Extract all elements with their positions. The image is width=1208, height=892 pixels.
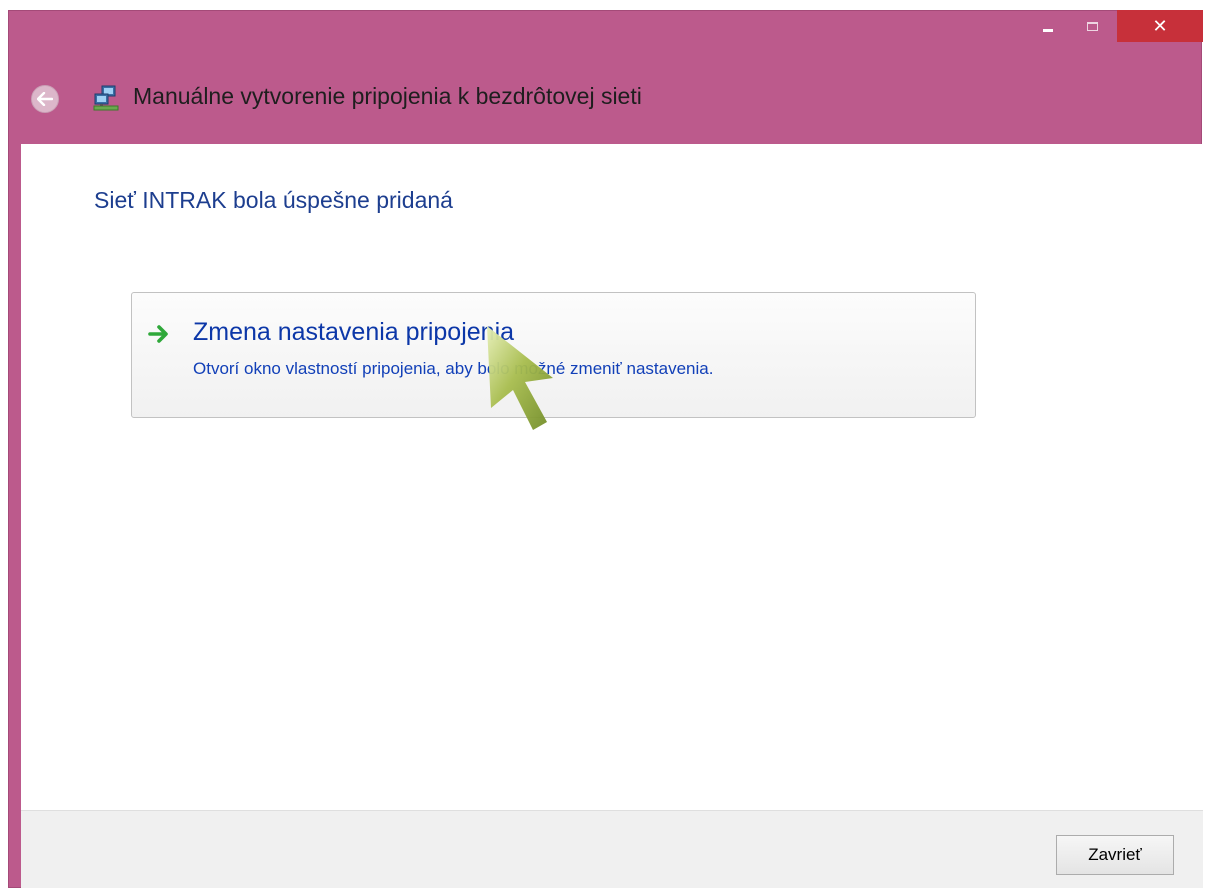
back-arrow-icon — [37, 92, 53, 106]
green-arrow-icon — [148, 325, 168, 343]
dialog-window: ✕ Manuálne vytvorenie pripojenia k bezdr… — [8, 10, 1203, 888]
command-link-title: Zmena nastavenia pripojenia — [193, 318, 515, 346]
page-heading: Sieť INTRAK bola úspešne pridaná — [94, 187, 453, 213]
minimize-button[interactable] — [1031, 11, 1065, 41]
close-button[interactable]: Zavrieť — [1056, 835, 1174, 875]
mouse-pointer-icon — [487, 326, 553, 430]
back-button[interactable] — [31, 85, 59, 113]
client-area: Sieť INTRAK bola úspešne pridaná Zmena n… — [21, 144, 1203, 888]
minimize-icon — [1043, 28, 1053, 32]
maximize-icon — [1086, 21, 1098, 31]
network-connection-icon — [93, 85, 119, 111]
maximize-button[interactable] — [1072, 11, 1112, 41]
window-title: Manuálne vytvorenie pripojenia k bezdrôt… — [133, 83, 642, 109]
command-link-description: Otvorí okno vlastností pripojenia, aby b… — [193, 359, 714, 378]
close-window-button[interactable]: ✕ — [1117, 10, 1203, 42]
dialog-footer: Zavrieť — [21, 810, 1203, 888]
close-icon: ✕ — [1152, 15, 1168, 37]
